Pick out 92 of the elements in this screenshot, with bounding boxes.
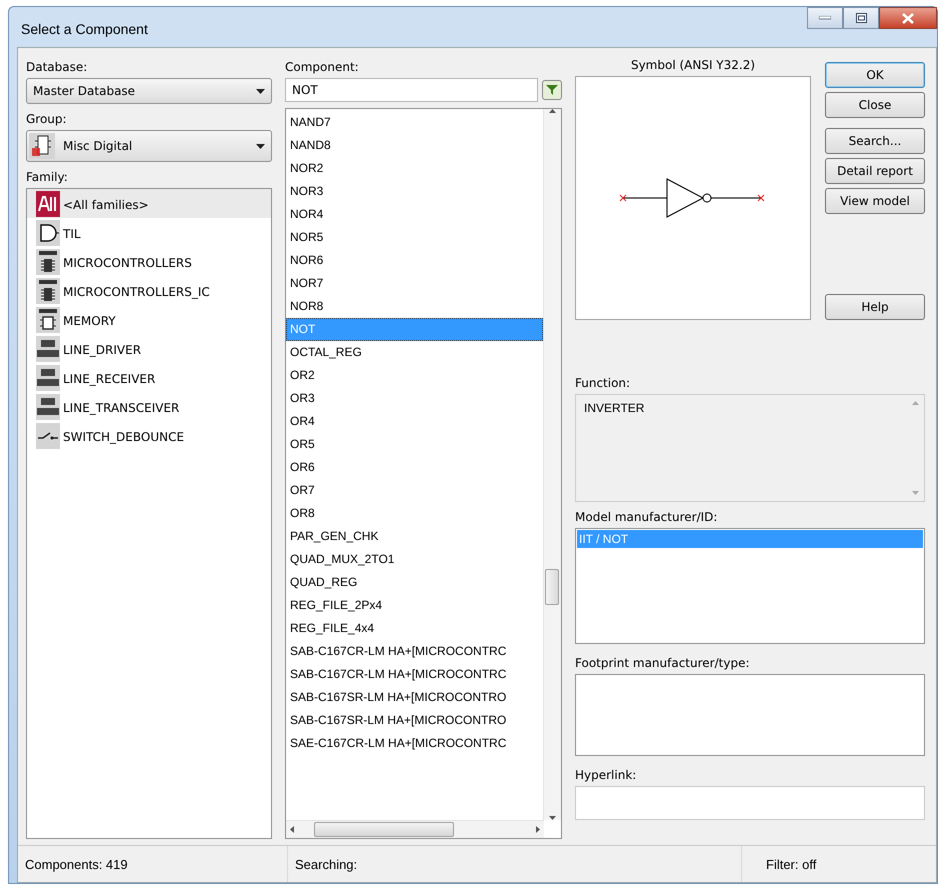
ok-button[interactable]: OK [825,62,925,88]
filter-icon [546,85,558,95]
search-button[interactable]: Search... [825,128,925,154]
component-item[interactable]: SAB-C167CR-LM HA+[MICROCONTRC [286,663,543,686]
component-item[interactable]: REG_FILE_4x4 [286,617,543,640]
family-item[interactable]: MICROCONTROLLERS_IC [27,276,271,305]
component-item[interactable]: OR2 [286,364,543,387]
component-item[interactable]: OR4 [286,410,543,433]
component-item[interactable]: OR3 [286,387,543,410]
component-item[interactable]: NAND7 [286,111,543,134]
component-item[interactable]: NOR2 [286,157,543,180]
switch-icon [36,422,60,448]
chip-icon [36,278,60,304]
scroll-right-icon [536,826,540,833]
line-chip-icon [36,394,60,420]
component-item[interactable]: OR6 [286,456,543,479]
database-dropdown[interactable]: Master Database [26,78,272,104]
chip-icon [36,248,60,274]
close-icon [902,12,914,24]
scroll-thumb[interactable] [545,569,559,605]
close-button[interactable]: Close [825,92,925,118]
family-item[interactable]: TIL [27,218,271,247]
memory-chip-icon [36,306,60,332]
hyperlink-field[interactable] [575,786,925,820]
tag-icon [36,190,60,216]
family-item[interactable]: MEMORY [27,305,271,334]
component-item[interactable]: OR5 [286,433,543,456]
status-text: Components: 419 [18,846,288,882]
component-item[interactable]: SAB-C167CR-LM HA+[MICROCONTRC [286,640,543,663]
field-label: Function: [575,375,632,392]
function-text: INVERTER [583,400,646,417]
window-title: Select a Component [21,21,148,37]
scroll-down-icon [912,491,919,495]
component-item[interactable]: PAR_GEN_CHK [286,525,543,548]
family-item[interactable]: MICROCONTROLLERS [27,247,271,276]
component-item[interactable]: OR7 [286,479,543,502]
component-item[interactable]: NAND8 [286,134,543,157]
component-item[interactable]: OCTAL_REG [286,341,543,364]
dropdown-value: Misc Digital [63,139,132,153]
maximize-button[interactable] [843,7,879,29]
scroll-up-icon [912,401,919,405]
line-chip-icon [36,336,60,362]
chip-icon [29,133,55,159]
symbol-title: Symbol (ANSI Y32.2) [630,58,756,72]
field-label: Component: [285,59,360,76]
component-item[interactable]: NOR8 [286,295,543,318]
scroll-left-icon [290,826,294,833]
field-label: Database: [26,59,88,76]
field-label: Family: [26,169,69,186]
component-item[interactable]: SAB-C167SR-LM HA+[MICROCONTRO [286,686,543,709]
component-item[interactable]: OR8 [286,502,543,525]
field-label: Footprint manufacturer/type: [575,655,750,672]
component-item[interactable]: NOR7 [286,272,543,295]
component-input[interactable]: NOT [285,78,538,102]
status-text: Searching: [288,846,742,882]
maximize-icon [856,13,866,23]
dropdown-value: Master Database [33,84,136,98]
component-item[interactable]: REG_FILE_2Px4 [286,594,543,617]
minimize-icon [819,16,831,20]
line-chip-icon [36,364,60,390]
minimize-button[interactable] [807,7,843,29]
component-item[interactable]: NOR4 [286,203,543,226]
family-item[interactable]: SWITCH_DEBOUNCE [27,421,271,450]
component-item[interactable]: SAE-C167CR-LM HA+[MICROCONTRC [286,732,543,755]
family-item[interactable]: <All families> [27,189,271,218]
family-item[interactable]: LINE_TRANSCEIVER [27,392,271,421]
field-label: Group: [26,111,68,128]
vertical-scrollbar[interactable] [543,109,561,820]
close-button[interactable] [879,7,937,29]
scroll-thumb[interactable] [314,822,454,837]
caret-icon [256,88,265,94]
field-label: Hyperlink: [575,767,638,784]
help-button[interactable]: Help [825,294,925,320]
component-item[interactable]: NOR3 [286,180,543,203]
component-item[interactable]: NOR5 [286,226,543,249]
field-label: Model manufacturer/ID: [575,509,718,526]
scroll-up-icon [549,109,556,113]
component-item[interactable]: QUAD_REG [286,571,543,594]
family-item[interactable]: LINE_DRIVER [27,334,271,363]
status-text: Filter: off [765,856,818,874]
detail-report-button[interactable]: Detail report [825,158,925,184]
horizontal-scrollbar[interactable] [286,820,544,838]
filter-button[interactable] [542,80,562,100]
caret-icon [256,144,265,148]
gate-icon [36,220,60,246]
scroll-down-icon [549,816,556,820]
view-model-button[interactable]: View model [825,188,925,214]
component-item[interactable]: QUAD_MUX_2TO1 [286,548,543,571]
component-item[interactable]: NOR6 [286,249,543,272]
group-dropdown[interactable]: Misc Digital [26,130,272,162]
family-item[interactable]: LINE_RECEIVER [27,363,271,392]
component-item[interactable]: SAB-C167SR-LM HA+[MICROCONTRO [286,709,543,732]
